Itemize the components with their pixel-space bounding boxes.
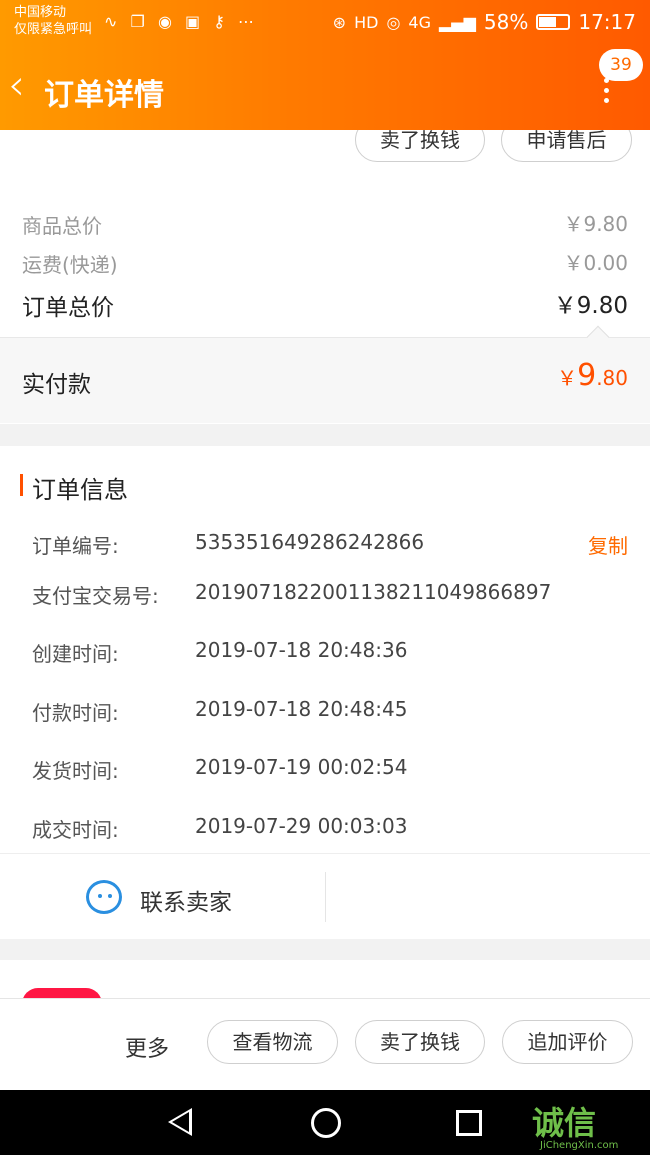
add-review-button[interactable]: 追加评价 <box>502 1020 633 1064</box>
paid-integer: 9 <box>577 358 597 393</box>
copy-icon: ❐ <box>130 12 149 31</box>
hd-icon: HD <box>354 12 379 32</box>
app-header: 中国移动 仅限紧急呼叫 ∿ ❐ ◉ ▣ ⚷ ⋯ ⊛ HD ◎ 4G ▂▄▆ 58… <box>0 0 650 130</box>
created-time-value: 2019-07-18 20:48:36 <box>195 638 408 662</box>
watermark-text: 诚信 <box>532 1104 597 1142</box>
chat-smile-icon[interactable] <box>86 880 122 914</box>
price-card: 卖了换钱 申请售后 商品总价 ￥9.80 运费(快递) ￥0.00 订单总价 ￥… <box>0 130 650 424</box>
more-dots-icon: ⋯ <box>238 12 259 31</box>
notch-pointer <box>586 325 610 349</box>
product-card[interactable] <box>0 960 650 998</box>
shipped-time-value: 2019-07-19 00:02:54 <box>195 755 408 779</box>
paid-time-value: 2019-07-18 20:48:45 <box>195 697 408 721</box>
copy-order-number-button[interactable]: 复制 <box>588 530 628 559</box>
order-detail-content[interactable]: 卖了换钱 申请售后 商品总价 ￥9.80 运费(快递) ￥0.00 订单总价 ￥… <box>0 130 650 998</box>
eye-icon: ◎ <box>386 12 401 32</box>
audio-icon: ◉ <box>157 12 176 31</box>
news-icon: ▣ <box>185 12 205 31</box>
bottom-action-bar: 更多 查看物流 卖了换钱 追加评价 <box>0 998 650 1090</box>
order-total-label: 订单总价 <box>22 295 114 321</box>
view-logistics-button[interactable]: 查看物流 <box>207 1020 338 1064</box>
info-row-label: 订单编号: <box>32 534 119 558</box>
signal-icon: ▂▄▆ <box>438 12 476 32</box>
section-accent-bar <box>20 474 23 496</box>
battery-icon <box>536 14 571 30</box>
order-info-card: 订单信息 订单编号: 535351649286242866 复制 支付宝交易号:… <box>0 446 650 853</box>
info-row-label: 成交时间: <box>32 818 119 842</box>
carrier-info: 中国移动 仅限紧急呼叫 <box>14 4 92 38</box>
system-nav-bar: 诚信 JiChengXin.com <box>0 1090 650 1155</box>
sell-for-cash-bottom-button[interactable]: 卖了换钱 <box>355 1020 485 1064</box>
message-count-badge[interactable]: 39 <box>599 49 643 81</box>
product-thumbnail[interactable] <box>22 988 102 998</box>
nav-home-icon[interactable] <box>311 1108 341 1138</box>
completed-time-value: 2019-07-29 00:03:03 <box>195 814 408 838</box>
after-sale-button[interactable]: 申请售后 <box>501 130 632 162</box>
info-row-label: 创建时间: <box>32 642 119 666</box>
shipping-value: ￥0.00 <box>563 251 628 275</box>
nav-recent-icon[interactable] <box>456 1110 482 1136</box>
paid-currency: ￥ <box>557 366 578 390</box>
system-status: ⊛ HD ◎ 4G ▂▄▆ 58% 17:17 <box>333 10 636 34</box>
key-icon: ⚷ <box>213 12 229 31</box>
battery-percent: 58% <box>483 10 529 34</box>
sync-icon: ⊛ <box>332 12 347 32</box>
alipay-trade-value: 2019071822001138211049866897 <box>195 580 552 604</box>
status-bar: 中国移动 仅限紧急呼叫 ∿ ❐ ◉ ▣ ⚷ ⋯ ⊛ HD ◎ 4G ▂▄▆ 58… <box>0 0 650 44</box>
order-total-value: ￥9.80 <box>553 293 628 319</box>
back-arrow-icon[interactable]: ‹ <box>8 64 25 106</box>
shipping-label: 运费(快递) <box>22 253 118 277</box>
paid-value: ￥9.80 <box>557 358 628 393</box>
goods-total-value: ￥9.80 <box>563 212 628 236</box>
activity-icon: ∿ <box>104 12 122 31</box>
more-menu-icon[interactable] <box>600 78 612 104</box>
divider <box>325 872 326 922</box>
contact-seller-row: 联系卖家 <box>0 853 650 939</box>
page-title: 订单详情 <box>44 78 164 113</box>
paid-decimal: .80 <box>596 366 628 390</box>
watermark-sub: JiChengXin.com <box>540 1140 619 1151</box>
carrier-emergency: 仅限紧急呼叫 <box>14 22 93 37</box>
contact-seller-button[interactable]: 联系卖家 <box>140 883 232 917</box>
paid-label: 实付款 <box>22 372 91 398</box>
notification-icons: ∿ ❐ ◉ ▣ ⚷ ⋯ <box>104 12 258 31</box>
more-button[interactable]: 更多 <box>125 1031 169 1063</box>
clock: 17:17 <box>578 10 636 34</box>
paid-amount-box: 实付款 ￥9.80 <box>0 325 650 423</box>
info-row-label: 付款时间: <box>32 701 119 725</box>
info-row-label: 发货时间: <box>32 759 119 783</box>
info-row-label: 支付宝交易号: <box>32 584 159 608</box>
carrier-name: 中国移动 <box>14 5 67 20</box>
order-info-title: 订单信息 <box>32 476 128 504</box>
order-number-value: 535351649286242866 <box>195 530 425 554</box>
sell-for-cash-button[interactable]: 卖了换钱 <box>355 130 485 162</box>
network-type: 4G <box>408 12 431 32</box>
nav-back-icon[interactable] <box>168 1108 192 1136</box>
watermark-logo: 诚信 JiChengXin.com <box>532 1098 618 1151</box>
goods-total-label: 商品总价 <box>22 214 102 238</box>
